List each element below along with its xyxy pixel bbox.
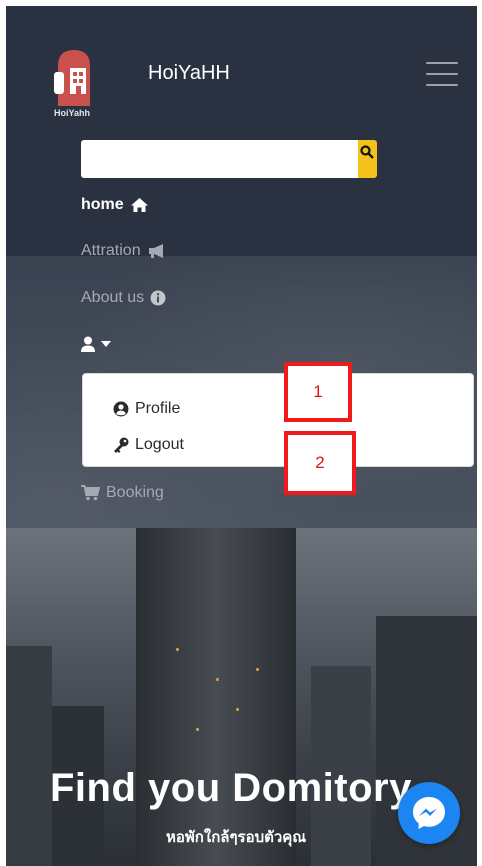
caret-down-icon	[101, 341, 111, 347]
user-circle-icon	[113, 401, 129, 417]
app-frame: HoiYahh HoiYaHH home Attration About us	[6, 6, 477, 866]
dropdown-item-logout[interactable]: Logout	[113, 436, 184, 454]
hero-building	[136, 528, 296, 866]
annotation-callout-2: 2	[284, 431, 356, 495]
nav-attraction-label: Attration	[81, 242, 141, 259]
brand-name[interactable]: HoiYaHH	[148, 62, 230, 85]
shopping-cart-icon	[81, 485, 100, 501]
user-dropdown-toggle[interactable]	[81, 336, 111, 352]
messenger-chat-button[interactable]	[398, 782, 460, 844]
nav-item-about[interactable]: About us	[81, 289, 166, 307]
user-icon	[81, 336, 95, 352]
key-icon	[114, 437, 129, 453]
info-circle-icon	[150, 290, 166, 306]
nav-item-home[interactable]: home	[81, 196, 149, 214]
hero-subtitle: หอพักใกล้ๆรอบตัวคุณ	[166, 829, 307, 846]
hero-title: Find you Domitory	[50, 766, 412, 810]
annotation-callout-1: 1	[284, 362, 352, 422]
dropdown-logout-label: Logout	[135, 436, 184, 453]
search-form	[81, 140, 377, 178]
nav-about-label: About us	[81, 289, 145, 306]
nav-booking-label: Booking	[106, 484, 164, 501]
nav-item-attraction[interactable]: Attration	[81, 242, 167, 260]
bullhorn-icon	[148, 244, 163, 258]
user-dropdown-menu: Profile Logout	[82, 373, 474, 467]
search-input[interactable]	[81, 140, 358, 178]
search-icon	[360, 145, 374, 159]
hero-banner: Find you Domitory หอพักใกล้ๆรอบตัวคุณ	[6, 528, 477, 866]
logo-text: HoiYahh	[54, 108, 91, 118]
house-icon	[130, 198, 148, 212]
dropdown-profile-label: Profile	[135, 400, 181, 417]
nav-item-booking[interactable]: Booking	[81, 484, 164, 502]
nav-home-label: home	[81, 196, 124, 213]
menu-toggle-button[interactable]	[426, 62, 458, 88]
messenger-icon	[413, 797, 445, 829]
hamburger-icon	[426, 62, 458, 64]
dropdown-item-profile[interactable]: Profile	[113, 400, 180, 418]
hero-building	[6, 646, 52, 866]
search-button[interactable]	[358, 140, 377, 178]
